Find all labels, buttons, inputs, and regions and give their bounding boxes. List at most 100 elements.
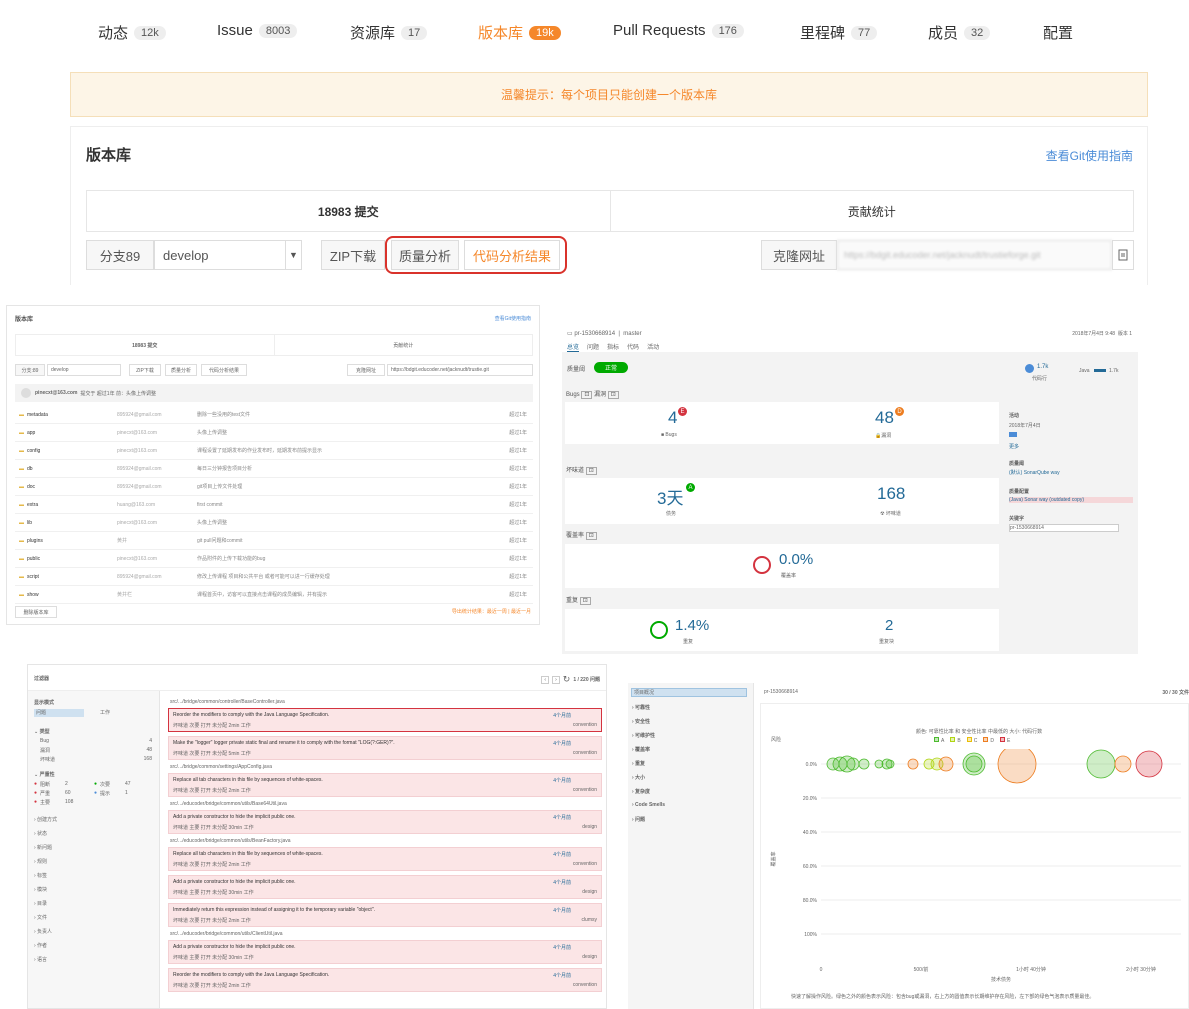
zip-download-button[interactable]: ZIP下载 xyxy=(129,364,161,376)
tab-activity[interactable]: 动态 12k xyxy=(98,22,166,43)
facet-header[interactable]: › 语言 xyxy=(34,956,47,963)
issue-tag[interactable]: convention xyxy=(573,861,597,867)
sidebar-item[interactable]: › 覆盖率 xyxy=(632,746,650,753)
smells-value[interactable]: 168 xyxy=(877,484,905,504)
file-name[interactable]: doc xyxy=(27,484,117,490)
file-name[interactable]: show xyxy=(27,592,117,598)
facet-header[interactable]: › 规则 xyxy=(34,858,47,865)
issue-message[interactable]: Replace all tab characters in this file … xyxy=(173,777,503,783)
facet-header[interactable]: › 标签 xyxy=(34,872,47,879)
branch-select[interactable]: develop ▼ xyxy=(154,240,302,270)
clone-url-input[interactable]: https://bdgit.educoder.net/jacknudt/trus… xyxy=(837,240,1112,270)
file-row[interactable]: ▬ plugins 黄井 git pull问题和commit 超过1年 xyxy=(15,532,533,550)
bubble[interactable] xyxy=(962,752,986,776)
file-name[interactable]: lib xyxy=(27,520,117,526)
profile-link[interactable]: (Java) Sonar way (outdated copy) xyxy=(1009,497,1133,503)
issue-tag[interactable]: design xyxy=(582,954,597,960)
code-analysis-result-button[interactable]: 代码分析结果 xyxy=(201,364,247,376)
tab-pull-requests[interactable]: Pull Requests 176 xyxy=(613,22,744,39)
bubble[interactable] xyxy=(858,758,870,770)
issue-message[interactable]: Reorder the modifiers to comply with the… xyxy=(173,712,503,718)
bubble[interactable] xyxy=(1135,750,1163,778)
facet-item[interactable]: ● 阻断 2 xyxy=(34,781,90,788)
facet-header[interactable]: › 目录 xyxy=(34,900,47,907)
facet-header[interactable]: › 状态 xyxy=(34,830,47,837)
issue-tag[interactable]: convention xyxy=(573,982,597,988)
mode-issue-toggle[interactable]: 问题 xyxy=(34,709,84,717)
issue-row[interactable]: Make the "logger" logger private static … xyxy=(168,736,602,760)
file-name[interactable]: plugins xyxy=(27,538,117,544)
facet-item[interactable]: ● 严重 60 xyxy=(34,790,90,797)
facet-header[interactable]: › 文件 xyxy=(34,914,47,921)
sidebar-item[interactable]: › 可维护性 xyxy=(632,732,655,739)
facet-item[interactable]: 漏洞 48 xyxy=(40,747,152,754)
mode-effort-toggle[interactable]: 工作 xyxy=(100,709,110,716)
file-row[interactable]: ▬ db 895924@gmail.com 每日三分钟报告项目分析 超过1年 xyxy=(15,460,533,478)
tab-issue[interactable]: Issue 8003 xyxy=(217,22,298,39)
issue-tag[interactable]: convention xyxy=(573,787,597,793)
file-name[interactable]: script xyxy=(27,574,117,580)
debt-value[interactable]: 3天 xyxy=(657,484,683,509)
nav-activity[interactable]: 活动 xyxy=(647,342,659,352)
facet-item[interactable]: Bug 4 xyxy=(40,738,152,744)
gate-link[interactable]: (默认) SonarQube way xyxy=(1009,469,1060,476)
facet-header[interactable]: › 创建方式 xyxy=(34,816,57,823)
file-row[interactable]: ▬ extra huang@163.com first commit 超过1年 xyxy=(15,496,533,514)
file-row[interactable]: ▬ show 黄井栏 课程首页中，访客可以直接点击课程的成员编辑，并有提示 超过1年 xyxy=(15,586,533,604)
issue-message[interactable]: Reorder the modifiers to comply with the… xyxy=(173,972,503,978)
nav-code[interactable]: 代码 xyxy=(627,342,639,352)
sidebar-item[interactable]: › 复杂度 xyxy=(632,788,650,795)
bubble[interactable] xyxy=(846,757,860,771)
bubble[interactable] xyxy=(938,756,954,772)
clone-url-input[interactable]: https://bdgit.educoder.net/jacknudt/trus… xyxy=(387,364,533,376)
facet-item[interactable]: ● 主要 108 xyxy=(34,799,90,806)
file-row[interactable]: ▬ app pinecxt@163.com 头像上传调整 超过1年 xyxy=(15,424,533,442)
issue-message[interactable]: Make the "logger" logger private static … xyxy=(173,740,503,746)
issue-tag[interactable]: clumsy xyxy=(581,917,597,923)
facet-item[interactable]: ● 提示 1 xyxy=(94,790,150,797)
chevron-down-icon[interactable]: › xyxy=(552,675,560,684)
file-name[interactable]: db xyxy=(27,466,117,472)
nav-issues[interactable]: 问题 xyxy=(587,342,599,352)
copy-icon[interactable] xyxy=(1112,240,1134,270)
facet-header[interactable]: › 新问题 xyxy=(34,844,52,851)
delete-repo-button[interactable]: 删除版本库 xyxy=(15,606,57,618)
nav-measures[interactable]: 指标 xyxy=(607,342,619,352)
facet-item[interactable]: 坏味道 168 xyxy=(40,756,152,763)
project-key-field[interactable]: pr-1530668914 xyxy=(1009,524,1119,532)
file-row[interactable]: ▬ lib pinecxt@163.com 头像上传调整 超过1年 xyxy=(15,514,533,532)
branch-select[interactable]: develop xyxy=(47,364,121,376)
file-row[interactable]: ▬ public pinecxt@163.com 作品附件的上传下载功能的bug 超过1… xyxy=(15,550,533,568)
issue-row[interactable]: Add a private constructor to hide the im… xyxy=(168,875,602,899)
quality-analysis-button[interactable]: 质量分析 xyxy=(165,364,197,376)
issue-file-path[interactable]: src/.../educoder/bridge/common/utils/Cli… xyxy=(170,931,283,937)
tab-members[interactable]: 成员 32 xyxy=(928,22,991,43)
file-name[interactable]: metadata xyxy=(27,412,117,418)
issue-message[interactable]: Add a private constructor to hide the im… xyxy=(173,879,503,885)
bugs-value[interactable]: 4 xyxy=(668,408,677,428)
dup-blocks-value[interactable]: 2 xyxy=(885,617,893,634)
issue-message[interactable]: Add a private constructor to hide the im… xyxy=(173,944,503,950)
issue-row[interactable]: Reorder the modifiers to comply with the… xyxy=(168,708,602,732)
sidebar-item-overview[interactable]: 项目概况 xyxy=(631,688,747,697)
issue-tag[interactable]: design xyxy=(582,889,597,895)
more-link[interactable]: 更多 xyxy=(1009,443,1019,450)
git-guide-link[interactable]: 查看Git使用指南 xyxy=(495,315,531,322)
tab-settings[interactable]: 配置 xyxy=(1043,22,1073,43)
bubble[interactable] xyxy=(997,749,1037,784)
issue-file-path[interactable]: src/.../bridge/common/controller/BaseCon… xyxy=(170,699,285,705)
bubble[interactable] xyxy=(1086,749,1116,779)
zip-download-button[interactable]: ZIP下载 xyxy=(321,240,385,270)
issue-row[interactable]: Reorder the modifiers to comply with the… xyxy=(168,968,602,992)
issue-message[interactable]: Add a private constructor to hide the im… xyxy=(173,814,503,820)
file-row[interactable]: ▬ metadata 895924@gmail.com 删除一些没用的test文件 超过… xyxy=(15,406,533,424)
issue-message[interactable]: Replace all tab characters in this file … xyxy=(173,851,503,857)
sidebar-item[interactable]: › 大小 xyxy=(632,774,645,781)
sidebar-item[interactable]: › Code Smells xyxy=(632,802,665,808)
facet-header[interactable]: › 作者 xyxy=(34,942,47,949)
contrib-stats[interactable]: 贡献统计 xyxy=(275,335,533,355)
issue-row[interactable]: Immediately return this expression inste… xyxy=(168,903,602,927)
chevron-up-icon[interactable]: ‹ xyxy=(541,675,550,684)
git-guide-link[interactable]: 查看Git使用指南 xyxy=(1046,147,1133,164)
issue-file-path[interactable]: src/.../educoder/bridge/common/utils/Bas… xyxy=(170,801,287,807)
